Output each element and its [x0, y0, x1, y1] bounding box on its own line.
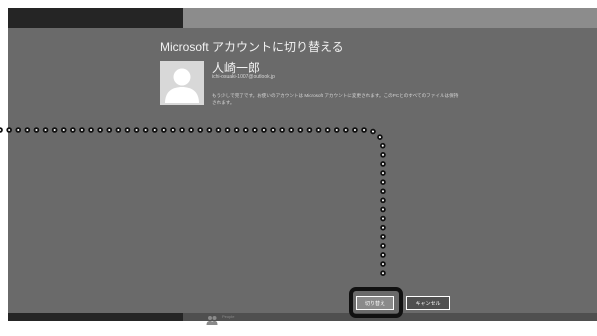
callout-dotted-line — [0, 127, 386, 279]
callout-highlight-frame — [349, 287, 403, 318]
